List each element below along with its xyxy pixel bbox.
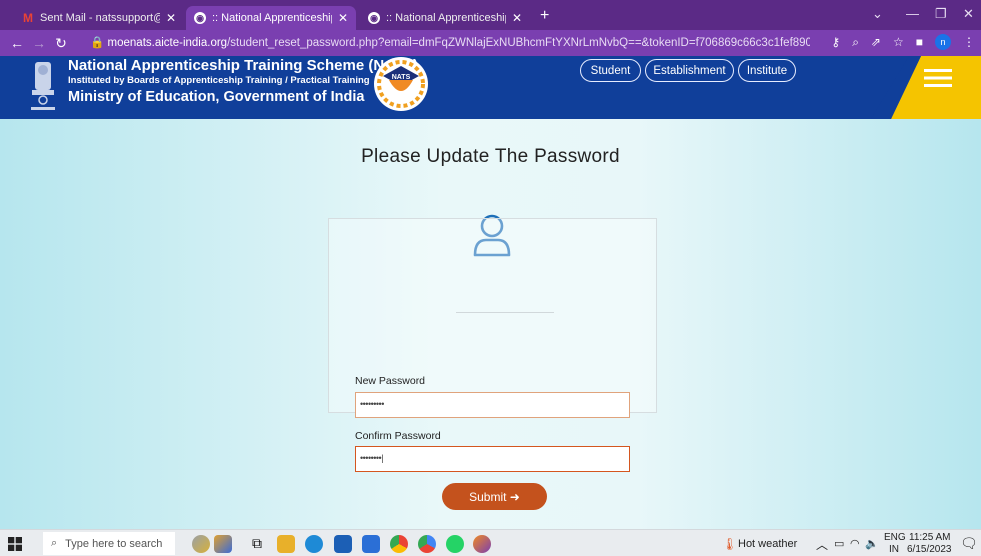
chevron-down-icon[interactable]: ⌄ [872, 6, 883, 22]
national-emblem-icon [31, 62, 55, 110]
confirm-password-label: Confirm Password [355, 430, 441, 442]
page-title: Please Update The Password [361, 146, 620, 167]
tab-label: :: National Apprenticeship Trainin [212, 12, 332, 24]
app-icon[interactable] [214, 535, 232, 553]
close-icon[interactable]: ✕ [512, 11, 522, 25]
chrome-icon[interactable] [390, 535, 408, 553]
app-icon-2[interactable] [473, 535, 491, 553]
notification-icon[interactable]: 🗨 [960, 535, 978, 552]
gmail-icon: M [23, 11, 33, 25]
hamburger-menu-icon[interactable] [924, 67, 952, 89]
browser-tab-strip: M Sent Mail - natssupport@aicte-ir ✕ ◉ :… [0, 0, 981, 30]
task-view-icon[interactable]: ⧉ [248, 535, 266, 553]
file-explorer-icon[interactable] [277, 535, 295, 553]
site-header: National Apprenticeship Training Scheme … [0, 56, 981, 119]
widgets-icon[interactable] [192, 535, 210, 553]
reload-button[interactable]: ↻ [50, 35, 72, 52]
tab-label: Sent Mail - natssupport@aicte-ir [40, 12, 160, 24]
menu-kebab-icon[interactable]: ⋮ [963, 35, 975, 49]
submit-button[interactable]: Submit ➜ [442, 483, 547, 510]
new-tab-button[interactable]: + [540, 7, 549, 25]
tab-label: :: National Apprenticeship Trainin [386, 12, 506, 24]
nav-student[interactable]: Student [580, 59, 641, 82]
window-close-button[interactable]: ✕ [963, 6, 974, 22]
browser-toolbar: ← → ↻ 🔒 moenats.aicte-india.org/student_… [0, 30, 981, 56]
globe-icon: ◉ [194, 12, 206, 24]
store-icon[interactable] [334, 535, 352, 553]
chrome-profile-icon[interactable] [418, 535, 436, 553]
share-icon[interactable]: ⇗ [871, 35, 881, 49]
globe-icon: ◉ [368, 12, 380, 24]
weather-icon[interactable]: 🌡 [722, 537, 737, 551]
nats-logo: NATS [374, 57, 428, 111]
close-icon[interactable]: ✕ [166, 11, 176, 25]
maximize-button[interactable]: ❐ [935, 6, 947, 22]
header-title: National Apprenticeship Training Scheme … [68, 57, 419, 74]
edge-icon[interactable] [305, 535, 323, 553]
wifi-icon[interactable]: ◠ [850, 537, 860, 550]
new-password-input[interactable]: ••••••••• [355, 392, 630, 418]
taskbar-search[interactable]: ⌕ Type here to search [43, 532, 175, 555]
windows-start-icon[interactable] [8, 537, 22, 551]
lock-icon: 🔒 [90, 37, 105, 49]
tab-nats-active[interactable]: ◉ :: National Apprenticeship Trainin ✕ [186, 6, 356, 30]
zoom-icon[interactable]: ⌕ [852, 35, 859, 50]
header-subtitle: Instituted by Boards of Apprenticeship T… [68, 75, 370, 86]
address-bar[interactable]: 🔒 moenats.aicte-india.org/student_reset_… [90, 34, 810, 52]
header-ministry: Ministry of Education, Government of Ind… [68, 89, 365, 105]
nats-logo-text: NATS [392, 74, 411, 81]
new-password-label: New Password [355, 375, 426, 387]
url-path: /student_reset_password.php?email=dmFqZW… [227, 37, 810, 49]
windows-taskbar: ⌕ Type here to search ⧉ 🌡 Hot weather ︿ … [0, 529, 981, 556]
nav-institute[interactable]: Institute [738, 59, 796, 82]
search-icon: ⌕ [51, 537, 58, 549]
key-icon[interactable]: ⚷ [831, 35, 840, 49]
url-domain: moenats.aicte-india.org [107, 37, 228, 49]
tab-sent-mail[interactable]: M Sent Mail - natssupport@aicte-ir ✕ [14, 6, 184, 30]
clock-time[interactable]: 11:25 AM [909, 532, 951, 543]
teams-icon[interactable] [362, 535, 380, 553]
star-icon[interactable]: ☆ [893, 35, 904, 49]
back-button[interactable]: ← [6, 35, 28, 51]
language-label[interactable]: ENG [884, 532, 906, 543]
weather-text[interactable]: Hot weather [738, 538, 797, 550]
minimize-button[interactable]: — [906, 6, 919, 21]
region-label: IN [889, 544, 899, 555]
whatsapp-icon[interactable] [446, 535, 464, 553]
forward-button[interactable]: → [28, 35, 50, 51]
battery-icon[interactable]: ▭ [834, 537, 844, 550]
profile-avatar[interactable]: n [935, 34, 951, 50]
clock-date: 6/15/2023 [907, 544, 952, 555]
sidebar-icon[interactable]: ■ [916, 35, 923, 49]
close-icon[interactable]: ✕ [338, 11, 348, 25]
tab-nats[interactable]: ◉ :: National Apprenticeship Trainin ✕ [360, 6, 530, 30]
search-placeholder: Type here to search [65, 537, 163, 550]
nav-establishment[interactable]: Establishment [645, 59, 734, 82]
confirm-password-input[interactable]: ••••••••| [355, 446, 630, 472]
volume-icon[interactable]: 🔈 [865, 537, 879, 550]
chevron-up-icon[interactable]: ︿ [816, 536, 828, 553]
